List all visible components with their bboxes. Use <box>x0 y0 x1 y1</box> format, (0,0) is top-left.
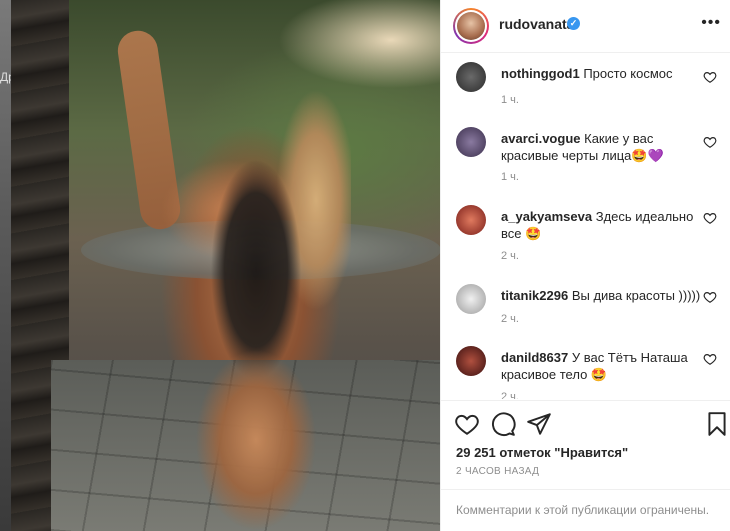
comment-text: Просто космос <box>583 66 673 81</box>
post-timestamp: 2 ЧАСОВ НАЗАД <box>456 466 540 477</box>
background-page-strip: Др <box>0 0 11 531</box>
post-header: rudovanata ✓ ••• <box>441 0 730 53</box>
commenter-username[interactable]: nothinggod1 <box>501 66 580 81</box>
author-avatar[interactable] <box>453 8 489 44</box>
comment-body: nothinggod1 Просто космос <box>501 65 701 82</box>
comment-text: Вы дива красоты ))))) <box>571 288 701 303</box>
comment-body: a_yakyamseva Здесь идеально все 🤩 <box>501 208 701 242</box>
comment-time: 1 ч. <box>501 171 519 183</box>
commenter-avatar[interactable] <box>456 127 486 157</box>
comments-list[interactable]: nothinggod1 Просто космос 1 ч. avarci.vo… <box>441 54 730 399</box>
comment-time: 2 ч. <box>501 313 519 325</box>
commenter-username[interactable]: avarci.vogue <box>501 131 581 146</box>
heart-icon[interactable] <box>454 411 480 437</box>
background-text: Др <box>0 70 11 84</box>
commenter-username[interactable]: a_yakyamseva <box>501 209 592 224</box>
commenter-avatar[interactable] <box>456 346 486 376</box>
commenter-avatar[interactable] <box>456 62 486 92</box>
photo-figure <box>161 40 351 531</box>
comment-body: avarci.vogue Какие у вас красивые черты … <box>501 130 701 164</box>
commenter-username[interactable]: danild8637 <box>501 350 568 365</box>
comments-restricted-notice: Комментарии к этой публикации ограничены… <box>441 489 730 531</box>
author-username[interactable]: rudovanata <box>499 16 574 32</box>
comment-time: 2 ч. <box>501 250 519 262</box>
heart-outline-icon[interactable] <box>703 70 717 84</box>
post-photo[interactable] <box>11 0 440 531</box>
commenter-avatar[interactable] <box>456 284 486 314</box>
post-side-panel: rudovanata ✓ ••• nothinggod1 Просто косм… <box>440 0 730 531</box>
comment-body: danild8637 У вас Тётъ Наташа красивое те… <box>501 349 701 383</box>
commenter-username[interactable]: titanik2296 <box>501 288 568 303</box>
heart-outline-icon[interactable] <box>703 352 717 366</box>
heart-outline-icon[interactable] <box>703 211 717 225</box>
commenter-avatar[interactable] <box>456 205 486 235</box>
likes-count[interactable]: 29 251 отметок "Нравится" <box>456 445 628 460</box>
bookmark-icon[interactable] <box>704 411 730 437</box>
post-actions: 29 251 отметок "Нравится" 2 ЧАСОВ НАЗАД … <box>441 400 730 531</box>
heart-outline-icon[interactable] <box>703 135 717 149</box>
comment-time: 2 ч. <box>501 391 519 399</box>
comment-bubble-icon[interactable] <box>490 411 516 437</box>
comment-time: 1 ч. <box>501 94 519 106</box>
heart-outline-icon[interactable] <box>703 290 717 304</box>
comment-body: titanik2296 Вы дива красоты ))))) <box>501 287 701 304</box>
verified-badge-icon: ✓ <box>567 17 580 30</box>
paper-plane-icon[interactable] <box>526 411 552 437</box>
more-options-icon[interactable]: ••• <box>701 14 721 32</box>
